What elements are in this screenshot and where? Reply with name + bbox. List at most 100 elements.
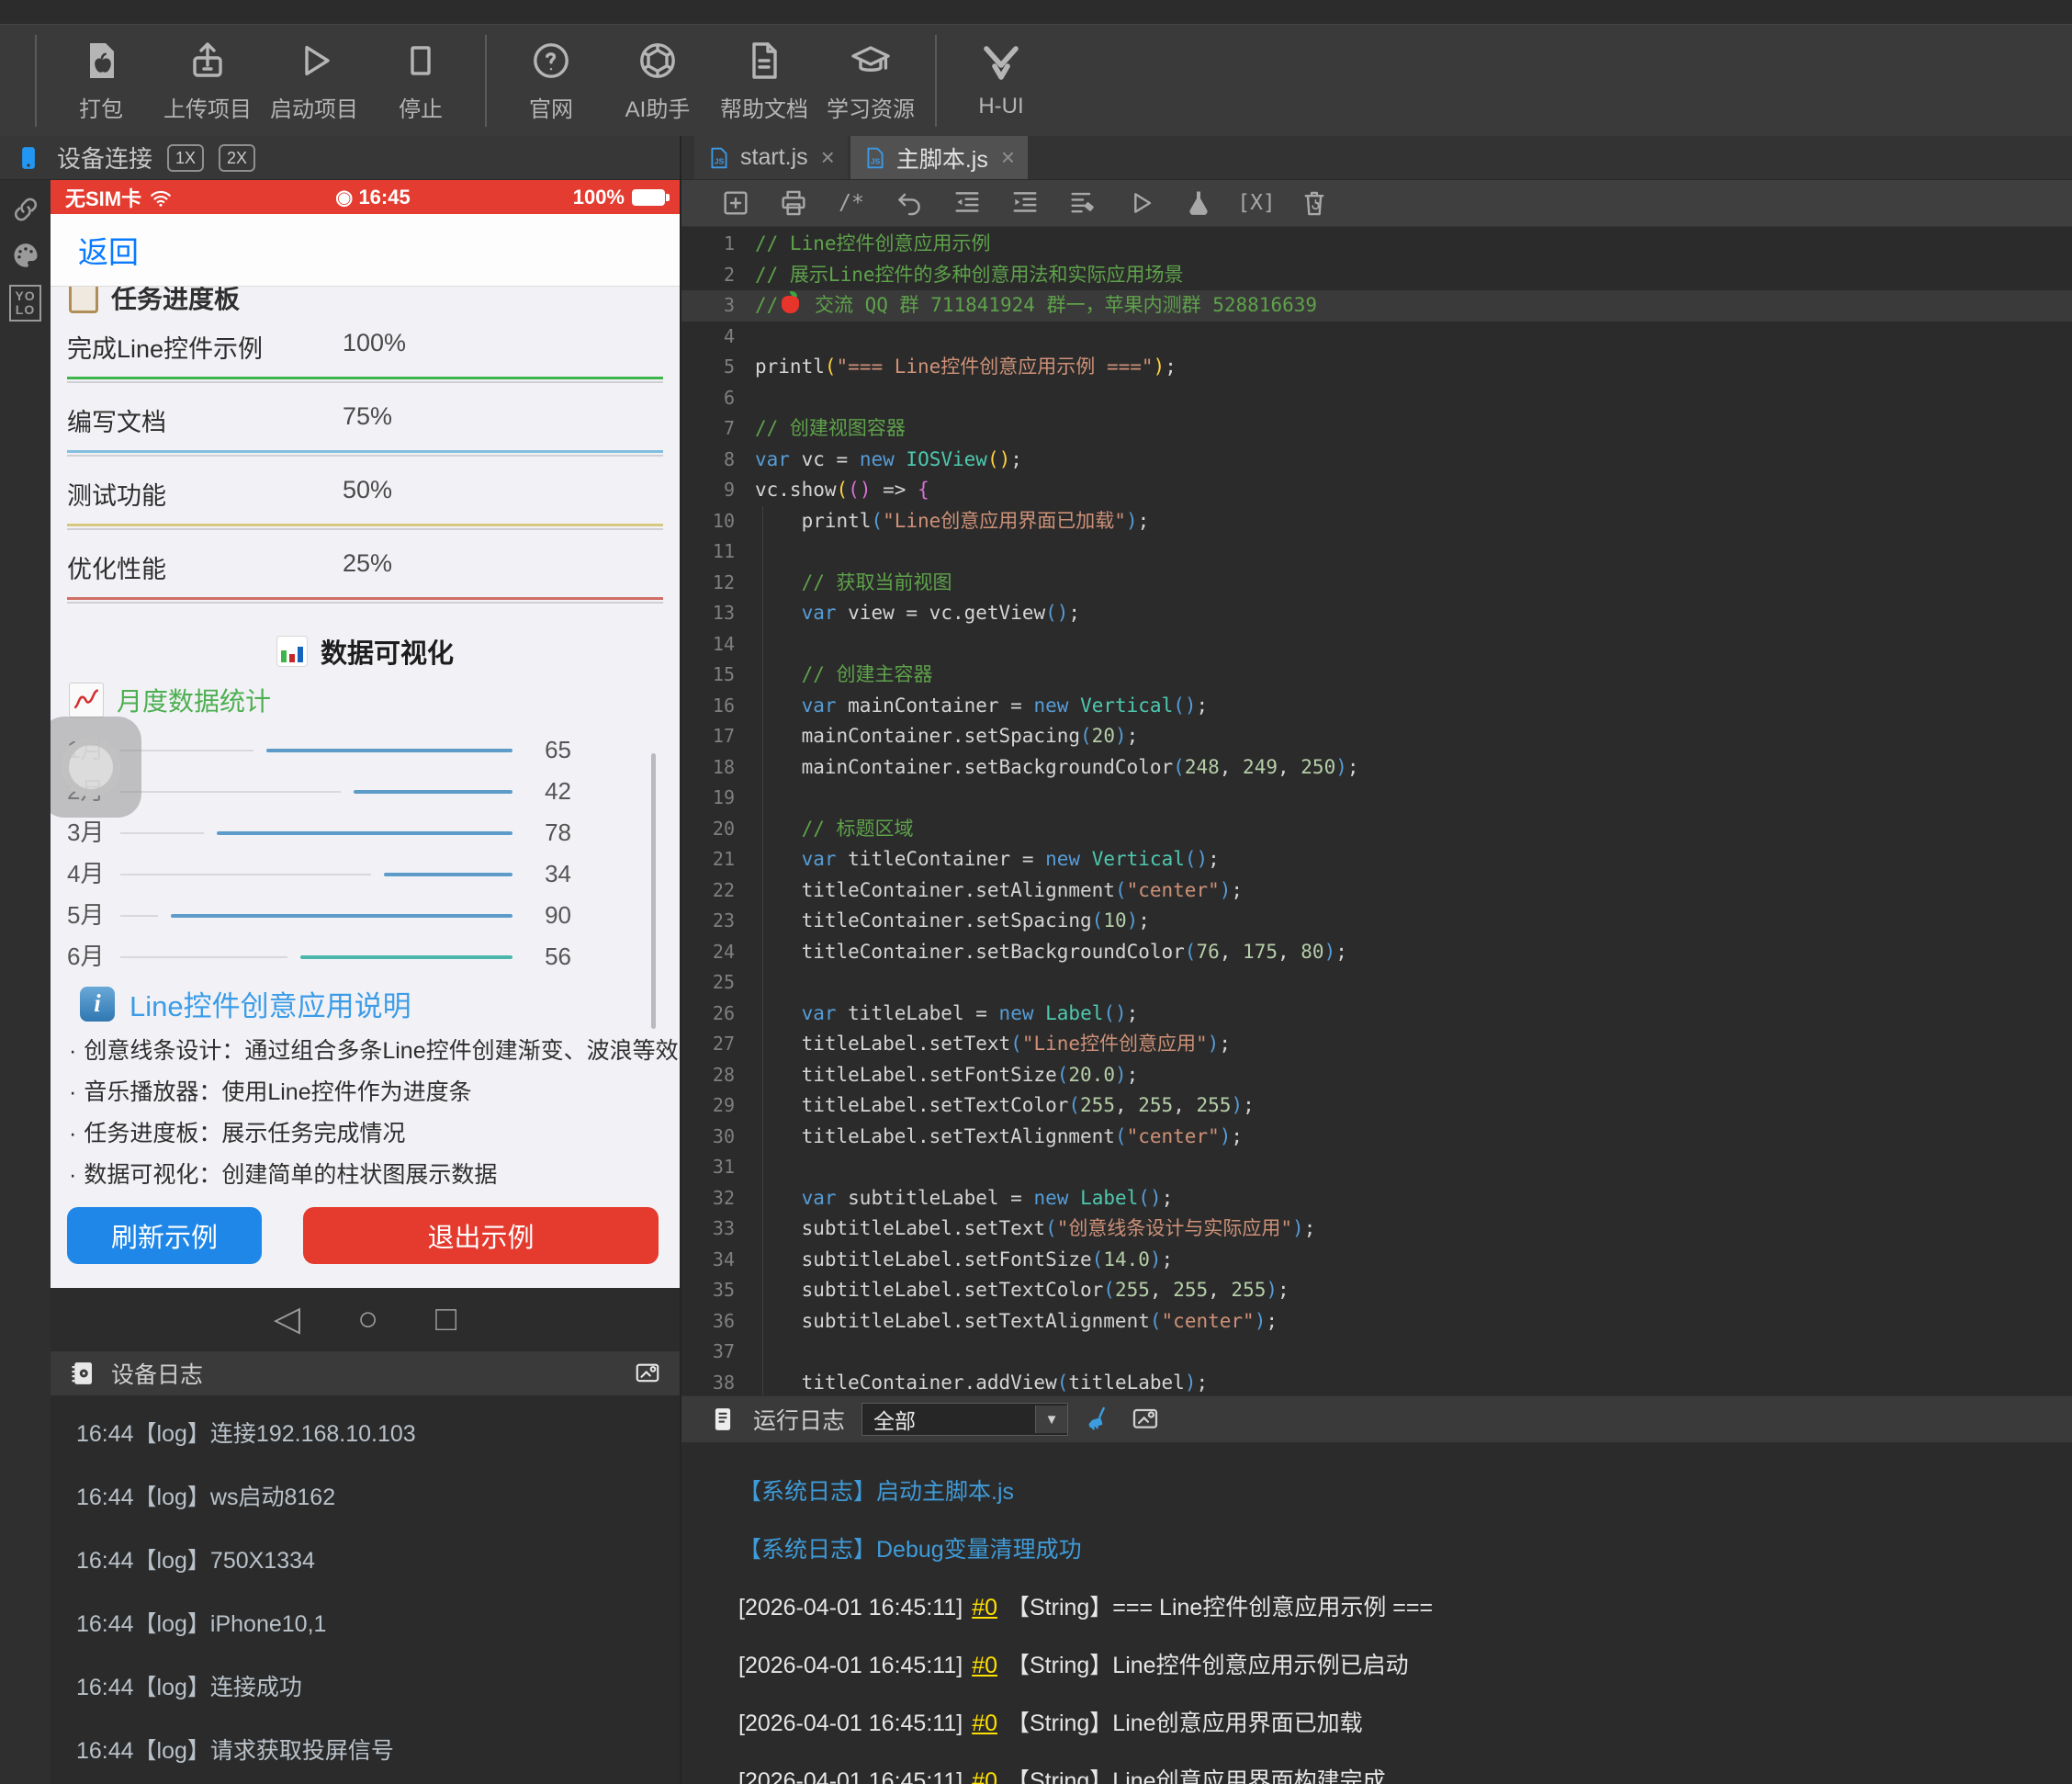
- toolbar-button-label: AI助手: [625, 96, 691, 122]
- stop-icon: [399, 39, 443, 83]
- format-code-icon[interactable]: [1067, 187, 1098, 219]
- line-number: 14: [712, 632, 735, 655]
- learning-icon: [849, 39, 893, 83]
- toolbar-button-website[interactable]: 官网: [498, 39, 604, 123]
- line-number: 26: [712, 1001, 735, 1024]
- toolbar-button-learning[interactable]: 学习资源: [817, 39, 924, 123]
- toolbar-button-play[interactable]: 启动项目: [261, 39, 367, 123]
- chart-category-label: 3月: [67, 818, 105, 846]
- log-filter-select[interactable]: 全部 ▼: [861, 1403, 1069, 1436]
- device-log-entry: 16:44【log】连接成功: [76, 1675, 302, 1700]
- toolbar-button-label: 停止: [399, 96, 443, 122]
- code-line: 33 subtitleLabel.setText("创意线条设计与实际应用");: [681, 1214, 2072, 1245]
- link-icon[interactable]: [9, 193, 42, 226]
- code-line: 26 var titleLabel = new Label();: [681, 999, 2072, 1030]
- task-row-text: 编写文档 75%: [67, 402, 663, 438]
- device-log-list: 16:44【log】连接192.168.10.103 16:44【log】ws启动…: [51, 1395, 680, 1784]
- clear-log-broom-icon[interactable]: [1085, 1405, 1114, 1434]
- toolbar-button-ai-assistant[interactable]: AI助手: [604, 39, 711, 123]
- exit-example-button[interactable]: 退出示例: [303, 1207, 659, 1264]
- toolbar-button-label: 官网: [529, 96, 573, 122]
- zoom-1x-button[interactable]: 1X: [167, 143, 205, 172]
- code-line: 5 printl("=== Line控件创意应用示例 ===");: [681, 352, 2072, 383]
- toolbar-button-package[interactable]: 打包: [48, 39, 154, 123]
- code-text: titleLabel.setText("Line控件创意应用");: [755, 1033, 1231, 1055]
- phone-scrollbar[interactable]: [651, 753, 656, 1029]
- toggle-comment-icon[interactable]: /*: [836, 187, 867, 219]
- run-script-icon[interactable]: [1125, 187, 1156, 219]
- back-button[interactable]: 返回: [78, 228, 139, 272]
- export-log-icon[interactable]: [634, 1360, 661, 1387]
- device-panel-header: 设备连接 1X 2X: [0, 136, 680, 180]
- code-text: mainContainer.setBackgroundColor(248, 24…: [755, 755, 1359, 778]
- code-line: 31: [681, 1152, 2072, 1183]
- chart-track-segment: [120, 873, 371, 875]
- svg-text:JS: JS: [715, 156, 725, 165]
- run-log-icon: [709, 1406, 737, 1433]
- code-line: 24 titleContainer.setBackgroundColor(76,…: [681, 937, 2072, 968]
- chart-value-label: 78: [545, 819, 571, 846]
- device-log-entry: 16:44【log】请求获取投屏信号: [76, 1738, 394, 1764]
- line-number: 12: [712, 570, 735, 593]
- line-number: 38: [712, 1371, 735, 1394]
- task-row-text: 优化性能 25%: [67, 549, 663, 585]
- line-number: 8: [723, 447, 735, 470]
- chart-bar-segment: [353, 789, 512, 794]
- bullet-text: 任务进度板：展示任务完成情况: [84, 1121, 406, 1146]
- code-text: vc.show(() => {: [755, 479, 929, 501]
- code-line: 10 printl("Line创意应用界面已加载");: [681, 506, 2072, 537]
- code-line: 34 subtitleLabel.setFontSize(14.0);: [681, 1245, 2072, 1276]
- nav-recents-icon[interactable]: □: [435, 1302, 456, 1337]
- chart-track-segment: [120, 955, 287, 958]
- test-run-icon[interactable]: [1183, 187, 1214, 219]
- line-number: 33: [712, 1217, 735, 1239]
- line-number: 37: [712, 1340, 735, 1362]
- tab-close-icon[interactable]: ×: [1001, 143, 1015, 172]
- task-progress-shadow: [67, 381, 663, 383]
- run-log-entry: [2026-04-01 16:45:11] #0 【String】Line创意应用界…: [738, 1711, 1363, 1736]
- export-run-log-icon[interactable]: [1131, 1405, 1160, 1434]
- code-line: 14: [681, 629, 2072, 661]
- code-line: 16 var mainContainer = new Vertical();: [681, 691, 2072, 722]
- outdent-icon[interactable]: [952, 187, 983, 219]
- code-text: subtitleLabel.setTextAlignment("center")…: [755, 1309, 1278, 1332]
- task-name: 测试功能: [67, 482, 166, 510]
- run-log-entry: 【系统日志】Debug变量清理成功: [738, 1537, 1082, 1563]
- editor-panel: JS start.js × JS 主脚本.js × /* [X] 1 // Line控件创意应…: [680, 136, 2072, 1784]
- task-progress-shadow: [67, 602, 663, 604]
- assistive-touch-ball[interactable]: [51, 717, 141, 818]
- undo-icon[interactable]: [894, 187, 925, 219]
- yolo-icon[interactable]: YO LO: [9, 285, 41, 322]
- line-number: 2: [723, 263, 735, 286]
- nav-back-icon[interactable]: ◁: [274, 1302, 300, 1337]
- chart-track: [120, 748, 512, 752]
- bar-chart-icon: [276, 636, 308, 667]
- line-number: 24: [712, 940, 735, 963]
- palette-icon[interactable]: [9, 239, 42, 272]
- line-number: 5: [723, 356, 735, 378]
- print-icon[interactable]: [778, 187, 809, 219]
- toolbar-button-help-doc[interactable]: 帮助文档: [711, 39, 817, 123]
- new-file-icon[interactable]: [720, 187, 751, 219]
- toolbar-button-stop[interactable]: 停止: [367, 39, 474, 123]
- info-bullet: · 任务进度板：展示任务完成情况: [69, 1115, 667, 1148]
- zoom-2x-button[interactable]: 2X: [219, 143, 256, 172]
- code-editor[interactable]: 1 // Line控件创意应用示例 2 // 展示Line控件的多种创意用法和实际应用…: [681, 227, 2072, 1395]
- refresh-example-button[interactable]: 刷新示例: [67, 1207, 262, 1264]
- code-text: var subtitleLabel = new Label();: [801, 1186, 1174, 1209]
- indent-icon[interactable]: [1009, 187, 1041, 219]
- code-line: 17 mainContainer.setSpacing(20);: [681, 721, 2072, 752]
- variables-icon[interactable]: [X]: [1237, 187, 1276, 219]
- line-number: 3: [723, 294, 735, 316]
- tab-close-icon[interactable]: ×: [821, 143, 835, 172]
- code-text: var mainContainer = new Vertical();: [801, 694, 1209, 717]
- nav-home-icon[interactable]: ○: [357, 1302, 378, 1337]
- clear-console-icon[interactable]: [1299, 187, 1330, 219]
- line-number: 15: [712, 663, 735, 685]
- line-number: 29: [712, 1094, 735, 1116]
- editor-tab-主脚本.js[interactable]: JS 主脚本.js ×: [850, 136, 1029, 179]
- toolbar-button-upload[interactable]: 上传项目: [154, 39, 261, 123]
- editor-tab-start.js[interactable]: JS start.js ×: [694, 136, 848, 179]
- line-number: 7: [723, 417, 735, 439]
- toolbar-button-hui-logo[interactable]: H-UI: [948, 41, 1054, 119]
